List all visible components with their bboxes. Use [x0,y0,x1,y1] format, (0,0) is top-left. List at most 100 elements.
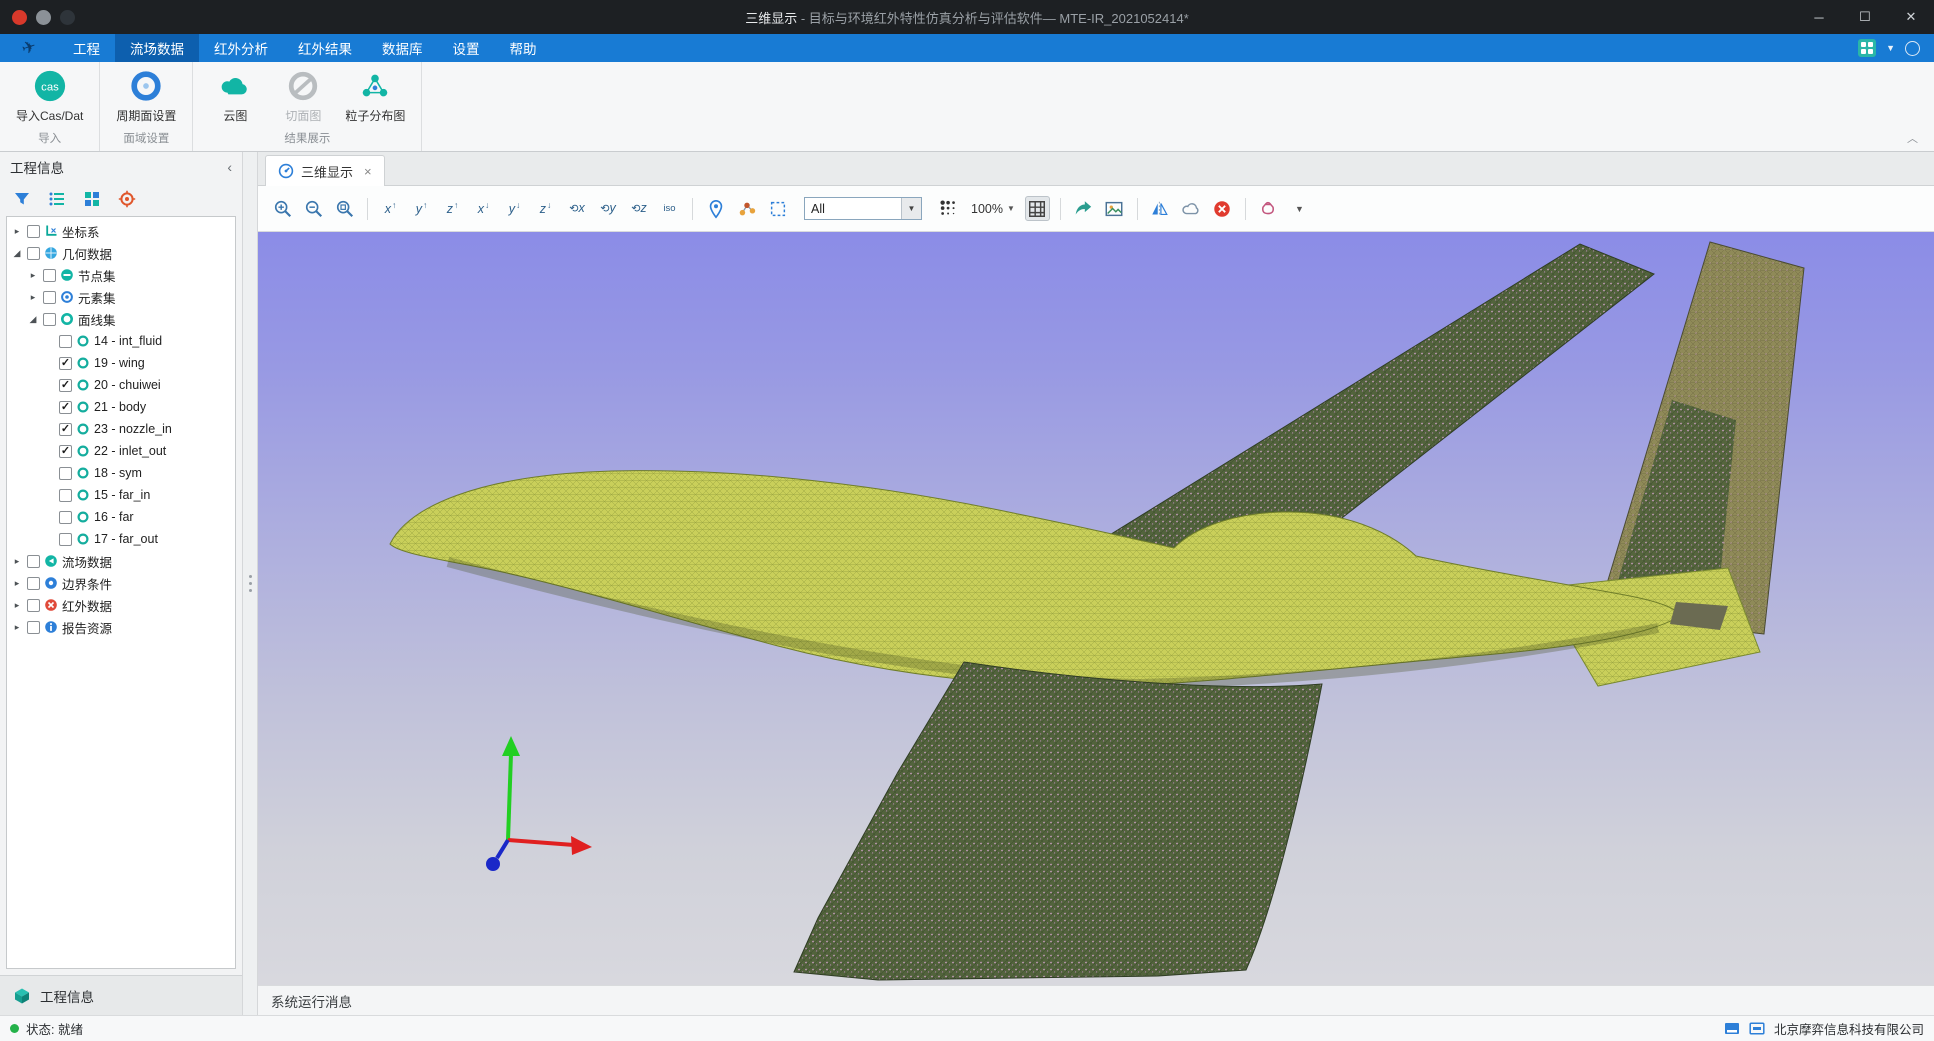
tree-item-surface-23-nozzle-in[interactable]: ✓23 - nozzle_in [7,418,235,440]
ribbon-button-periodic-face-settings[interactable]: 周期面设置 [110,67,182,127]
box-select-icon[interactable] [765,196,790,221]
tree-checkbox-surface-17-far-out[interactable] [59,533,72,546]
tray-layout-icon[interactable] [1724,1021,1740,1037]
locate-icon[interactable] [118,190,136,208]
tree-expander-icon[interactable]: ▸ [11,226,23,237]
section-bag-icon[interactable] [1256,196,1281,221]
panel-collapse-button[interactable]: ‹ [227,159,232,175]
window-dot-gray-icon[interactable] [36,10,51,25]
tree-checkbox-report-resources[interactable] [27,621,40,634]
tree-checkbox-surface-21-body[interactable]: ✓ [59,401,72,414]
menu-tab-ir-results[interactable]: 红外结果 [283,34,367,62]
zoom-out-icon[interactable] [301,196,326,221]
maximize-button[interactable]: ☐ [1842,0,1888,34]
tree-expander-icon[interactable]: ▸ [27,292,39,303]
window-dot-red-icon[interactable] [12,10,27,25]
view-y-up-icon[interactable]: y↑ [409,196,434,221]
minimize-button[interactable]: ─ [1796,0,1842,34]
view-z-down-icon[interactable]: z↓ [533,196,558,221]
tree-item-report-resources[interactable]: ▸报告资源 [7,616,235,638]
tree-item-geometry-data[interactable]: ◢几何数据 [7,242,235,264]
tree-checkbox-surface-22-inlet-out[interactable]: ✓ [59,445,72,458]
view-y-down-icon[interactable]: y↓ [502,196,527,221]
account-circle-icon[interactable] [1905,41,1920,56]
rotate-y-icon[interactable]: ⟲y [595,196,620,221]
tree-checkbox-node-set[interactable] [43,269,56,282]
tree-item-surface-18-sym[interactable]: 18 - sym [7,462,235,484]
tree-item-surface-20-chuiwei[interactable]: ✓20 - chuiwei [7,374,235,396]
tree-checkbox-boundary-conditions[interactable] [27,577,40,590]
viewport-3d[interactable] [258,232,1934,985]
chevron-down-icon[interactable]: ▼ [1287,196,1312,221]
view-x-down-icon[interactable]: x↓ [471,196,496,221]
menu-tab-settings[interactable]: 设置 [438,34,495,62]
tree-checkbox-surface-14-int-fluid[interactable] [59,335,72,348]
combo-dropdown-icon[interactable]: ▼ [901,198,921,219]
tree-item-surface-22-inlet-out[interactable]: ✓22 - inlet_out [7,440,235,462]
ribbon-collapse-chevron-icon[interactable]: ︿ [1907,130,1918,146]
tree-item-surface-16-far[interactable]: 16 - far [7,506,235,528]
list-view-icon[interactable] [48,190,66,208]
cloud-display-icon[interactable] [1179,196,1204,221]
tree-expander-icon[interactable]: ◢ [11,248,23,259]
view-x-up-icon[interactable]: x↑ [378,196,403,221]
menu-tab-ir-analysis[interactable]: 红外分析 [199,34,283,62]
menu-tab-flow-data[interactable]: 流场数据 [115,34,199,62]
tree-checkbox-face-set[interactable] [43,313,56,326]
cancel-icon[interactable] [1210,196,1235,221]
tree-checkbox-surface-19-wing[interactable]: ✓ [59,357,72,370]
tree-item-surface-21-body[interactable]: ✓21 - body [7,396,235,418]
tree-expander-icon[interactable]: ▸ [11,556,23,567]
menu-dropdown-chevron-icon[interactable]: ▼ [1886,43,1895,53]
tree-item-surface-15-far-in[interactable]: 15 - far_in [7,484,235,506]
display-filter-combo[interactable]: All▼ [804,197,922,220]
tree-checkbox-surface-18-sym[interactable] [59,467,72,480]
menu-tab-project[interactable]: 工程 [58,34,115,62]
tree-item-node-set[interactable]: ▸节点集 [7,264,235,286]
zoom-fit-icon[interactable] [332,196,357,221]
tab-3d-view[interactable]: 三维显示 × [265,155,385,186]
tree-item-surface-17-far-out[interactable]: 17 - far_out [7,528,235,550]
tree-item-face-set[interactable]: ◢面线集 [7,308,235,330]
ribbon-button-cloud-map[interactable]: 云图 [203,67,267,127]
tree-expander-icon[interactable]: ▸ [11,578,23,589]
tree-item-element-set[interactable]: ▸元素集 [7,286,235,308]
tree-checkbox-coord-system[interactable] [27,225,40,238]
close-button[interactable]: ✕ [1888,0,1934,34]
zoom-level-control[interactable]: 100%▼ [971,202,1015,216]
tree-expander-icon[interactable]: ▸ [11,622,23,633]
tray-panel-icon[interactable] [1749,1021,1765,1037]
tree-checkbox-element-set[interactable] [43,291,56,304]
tree-checkbox-surface-23-nozzle-in[interactable]: ✓ [59,423,72,436]
view-z-up-icon[interactable]: z↑ [440,196,465,221]
tree-expander-icon[interactable]: ▸ [11,600,23,611]
menu-tab-help[interactable]: 帮助 [495,34,552,62]
zoom-in-icon[interactable] [270,196,295,221]
tree-item-surface-19-wing[interactable]: ✓19 - wing [7,352,235,374]
pin-icon[interactable] [703,196,728,221]
tree-expander-icon[interactable]: ▸ [27,270,39,281]
rotate-z-icon[interactable]: ⟲z [626,196,651,221]
tree-item-boundary-conditions[interactable]: ▸边界条件 [7,572,235,594]
snapshot-icon[interactable] [1102,196,1127,221]
rotate-x-icon[interactable]: ⟲x [564,196,589,221]
molecule-icon[interactable] [734,196,759,221]
menu-tab-database[interactable]: 数据库 [367,34,438,62]
tree-checkbox-geometry-data[interactable] [27,247,40,260]
filter-icon[interactable] [13,190,31,208]
tree-item-coord-system[interactable]: ▸坐标系 [7,220,235,242]
apps-grid-icon[interactable] [1858,39,1876,57]
tree-checkbox-surface-16-far[interactable] [59,511,72,524]
ribbon-button-import-cas-dat[interactable]: cas导入Cas/Dat [10,67,89,127]
panel-footer-project-info[interactable]: 工程信息 [0,975,242,1015]
tree-checkbox-flow-data[interactable] [27,555,40,568]
tree-item-infrared-data[interactable]: ▸红外数据 [7,594,235,616]
tree-expander-icon[interactable]: ◢ [27,314,39,325]
export-arrow-icon[interactable] [1071,196,1096,221]
ribbon-button-particle-map[interactable]: 粒子分布图 [339,67,411,127]
grid-view-icon[interactable] [83,190,101,208]
tree-item-flow-data[interactable]: ▸流场数据 [7,550,235,572]
mirror-icon[interactable] [1148,196,1173,221]
halftone-icon[interactable] [936,196,961,221]
window-dot-dark-icon[interactable] [60,10,75,25]
